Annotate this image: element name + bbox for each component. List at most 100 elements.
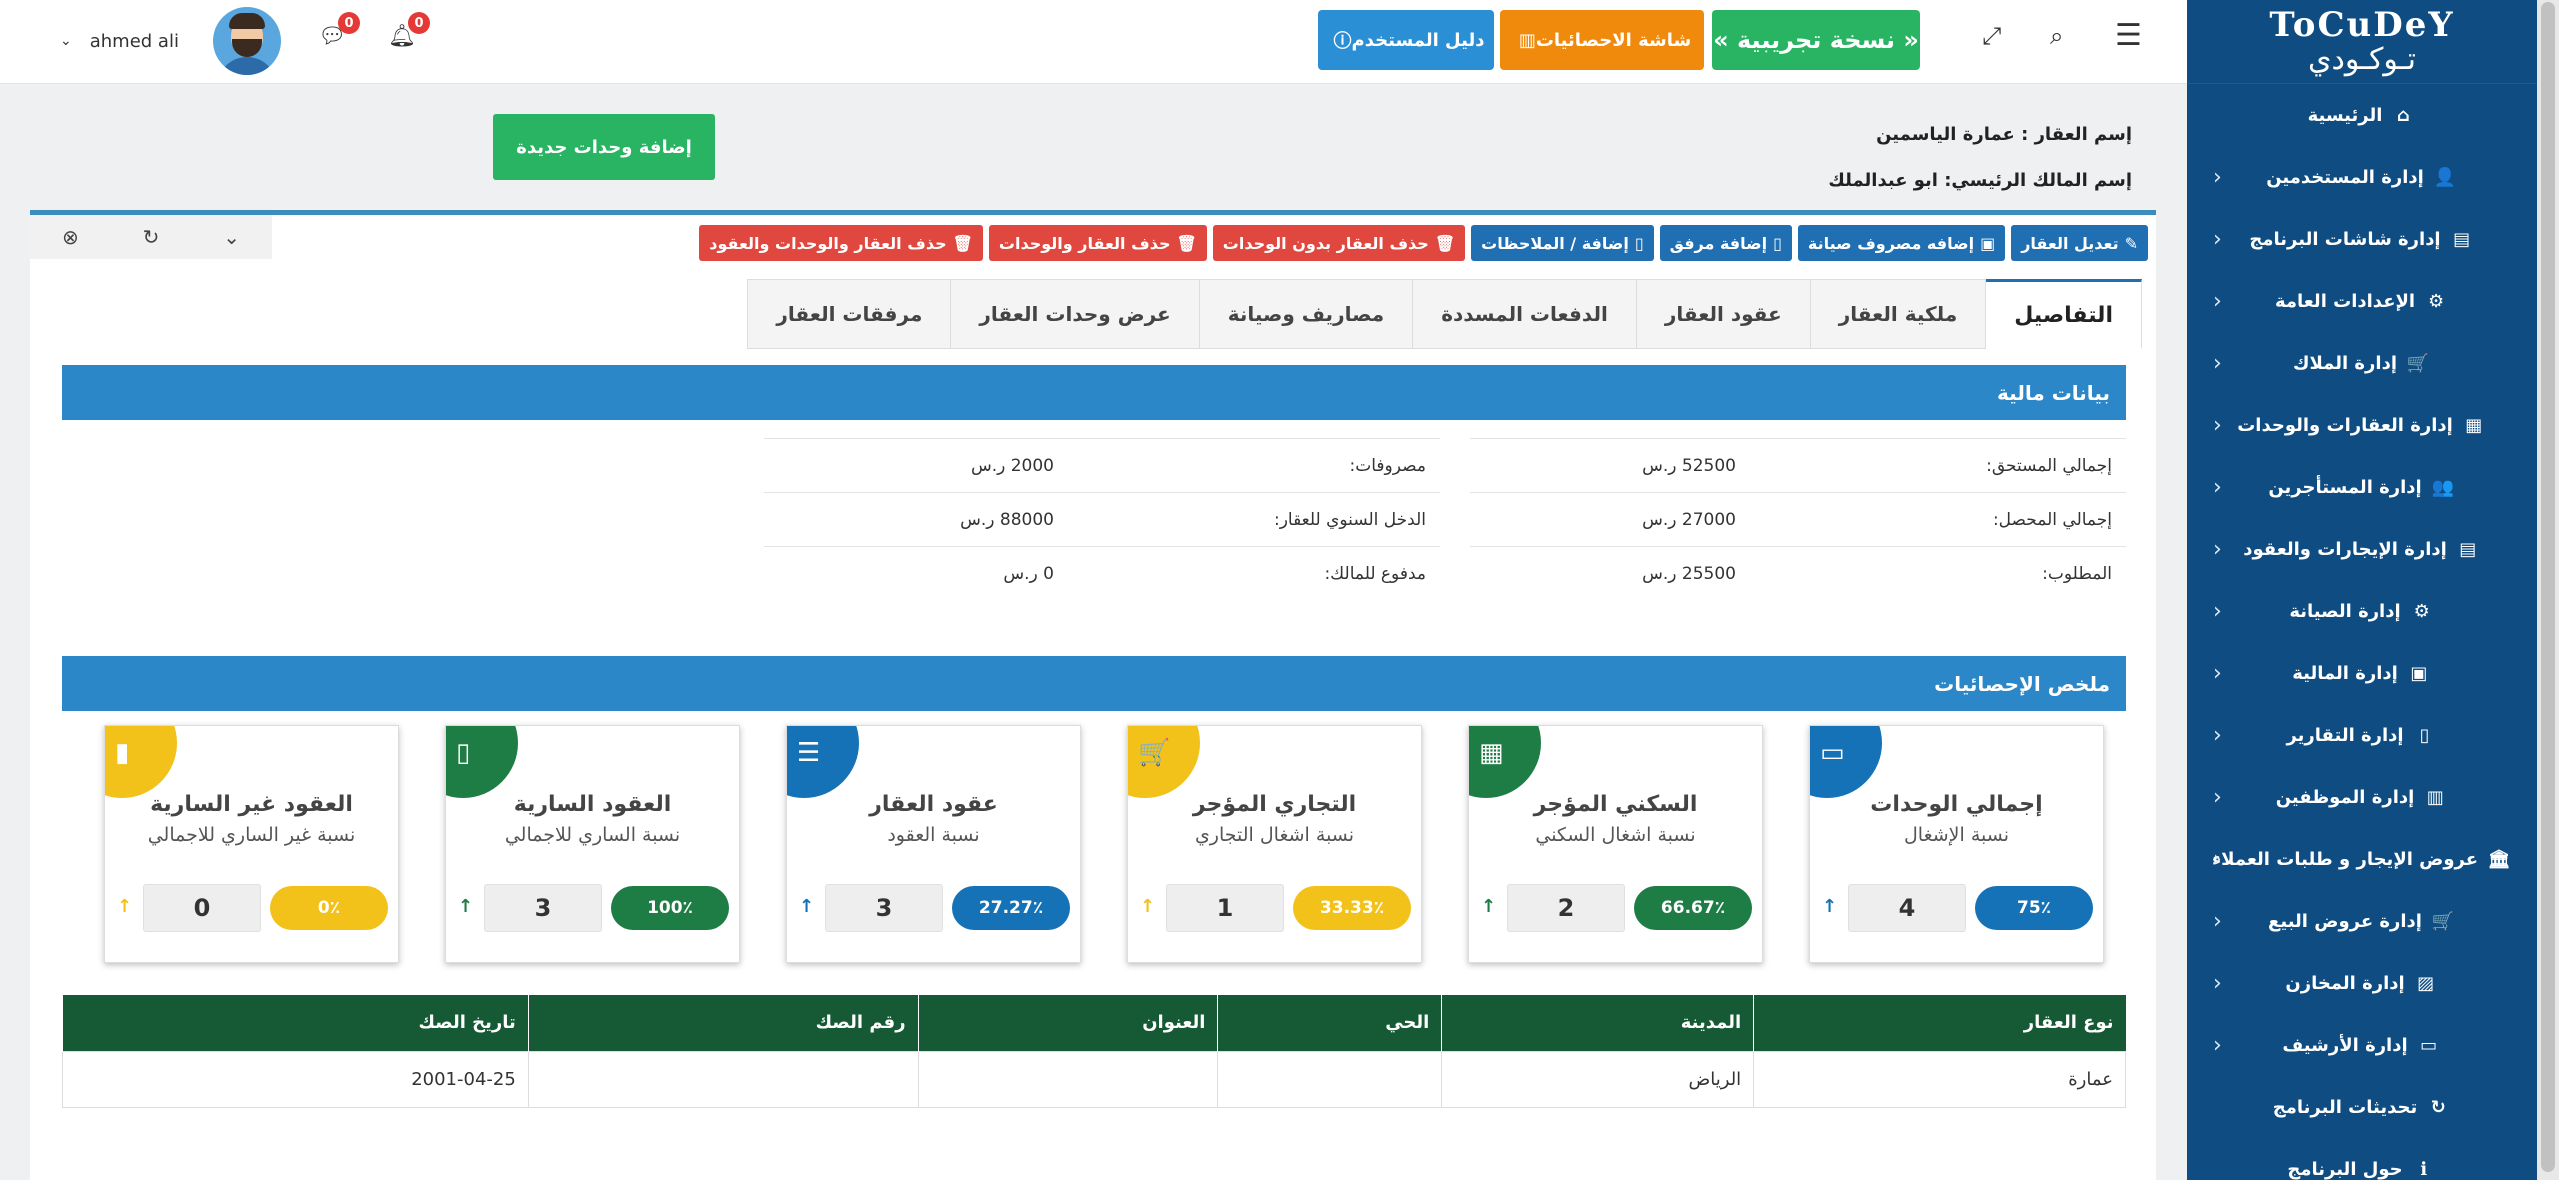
sidebar-item-label: إدارة الإيجارات والعقود [2243, 538, 2447, 560]
search-icon[interactable]: ⌕ [2050, 22, 2063, 50]
trash-icon: 🗑 [1434, 233, 1456, 253]
user-guide-button[interactable]: ⓘ دليل المستخدم [1318, 10, 1494, 70]
arrow-up-icon: ↑ [458, 896, 474, 917]
tab[interactable]: عرض وحدات العقار [951, 279, 1200, 349]
menu-toggle-icon[interactable]: ☰ [2115, 18, 2142, 53]
tab[interactable]: عقود العقار [1636, 279, 1811, 349]
sidebar-item[interactable]: 👤 إدارة المستخدمين ‹ [2187, 146, 2537, 208]
card-title: التجاري المؤجر [1192, 792, 1357, 817]
sidebar-item[interactable]: 🏛 عروض الإيجار و طلبات العملاء ‹ [2187, 828, 2537, 890]
close-icon[interactable]: ⊗ [62, 225, 79, 249]
messages-badge: 0 [338, 12, 360, 34]
trial-version-button[interactable]: « نسخة تجريبية » [1712, 10, 1920, 70]
action-button[interactable]: ▯ إضافة مرفق [1659, 225, 1792, 261]
sidebar-item[interactable]: 🛒 إدارة عروض البيع ‹ [2187, 890, 2537, 952]
action-button[interactable]: 🗑 حذف العقار بدون الوحدات [1212, 225, 1466, 261]
table-cell [1217, 1050, 1443, 1108]
action-icon: ▯ [1634, 233, 1644, 253]
add-units-button[interactable]: إضافة وحدات جديدة [493, 114, 715, 180]
sidebar-item-label: إدارة المخازن [2285, 972, 2405, 994]
sidebar-item[interactable]: ▨ إدارة المخازن ‹ [2187, 952, 2537, 1014]
sidebar-item-label: تحديثات البرنامج [2272, 1096, 2418, 1118]
tab[interactable]: مرفقات العقار [747, 279, 952, 349]
sidebar-scrollbar[interactable] [2537, 0, 2559, 1180]
sidebar-item[interactable]: ▥ إدارة الموظفين ‹ [2187, 766, 2537, 828]
sidebar-item[interactable]: ⌂ الرئيسية [2187, 84, 2537, 146]
property-panel: ✎ تعديل العقار ▣ إضافه مصروف صيانة ▯ إضافة مر… [30, 210, 2156, 1180]
card-title: العقود غير السارية [150, 792, 353, 817]
chevron-left-icon: ‹ [2213, 908, 2222, 934]
arrow-up-icon: ↑ [1481, 896, 1497, 917]
chevron-left-icon: ‹ [2213, 164, 2222, 190]
cart-icon: 🛒 [2406, 352, 2430, 374]
table-header: رقم الصك [527, 995, 919, 1051]
action-label: إضافه مصروف صيانة [1807, 233, 1975, 253]
home-icon: ⌂ [2396, 104, 2410, 126]
tab[interactable]: التفاصيل [1986, 279, 2142, 349]
financial-label: الدخل السنوي للعقار: [1273, 509, 1426, 530]
sidebar-item[interactable]: ↻ تحديثات البرنامج [2187, 1076, 2537, 1138]
fullscreen-icon[interactable]: ⤢ [1982, 22, 2001, 50]
briefcase-icon: ▥ [2426, 786, 2444, 808]
sidebar-item[interactable]: ▦ إدارة العقارات والوحدات ‹ [2187, 394, 2537, 456]
archive-icon: ▭ [2420, 1034, 2438, 1056]
financial-section-header: بيانات مالية [62, 365, 2126, 420]
scrollbar-thumb[interactable] [2541, 2, 2555, 1172]
table-cell: 2001-04-25 [62, 1050, 529, 1108]
tab[interactable]: الدفعات المسددة [1413, 279, 1637, 349]
tab[interactable]: مصاريف وصيانة [1199, 279, 1414, 349]
action-button[interactable]: ▯ إضافة / الملاحظات [1471, 225, 1654, 261]
action-button[interactable]: 🗑 حذف العقار والوحدات والعقود [699, 225, 983, 261]
financial-row: الدخل السنوي للعقار: 88000 ر.س [764, 492, 1440, 546]
chevron-left-icon: ‹ [2213, 474, 2222, 500]
property-info: إسم العقار : عمارة الياسمين إسم المالك ا… [1828, 112, 2132, 204]
refresh-icon[interactable]: ↻ [143, 225, 160, 249]
building-icon: ▦ [1479, 738, 1504, 768]
details-tab-content: بيانات مالية إجمالي المستحق: 52500 ر.س إجم… [62, 365, 2126, 1108]
sidebar-item[interactable]: ℹ حول البرنامج [2187, 1138, 2537, 1180]
financial-label: إجمالي المحصل: [1992, 509, 2112, 530]
sidebar-item[interactable]: ▣ إدارة المالية ‹ [2187, 642, 2537, 704]
action-button[interactable]: ▣ إضافه مصروف صيانة [1797, 225, 2006, 261]
action-icon: ✎ [2124, 233, 2138, 253]
sidebar-item[interactable]: 👥 إدارة المستأجرين ‹ [2187, 456, 2537, 518]
financial-row: المطلوب: 25500 ر.س [1470, 546, 2126, 600]
card-subtitle: نسبة اشغال التجاري [1194, 824, 1355, 846]
action-button[interactable]: ✎ تعديل العقار [2011, 225, 2148, 261]
users-icon: 👤 [2433, 166, 2456, 188]
tab[interactable]: ملكية العقار [1810, 279, 1987, 349]
action-button[interactable]: 🗑 حذف العقار والوحدات [988, 225, 1207, 261]
stat-card: 🛒 التجاري المؤجر نسبة اشغال التجاري 33.33٪ 1… [1127, 725, 1422, 963]
card-percent: 27.27٪ [952, 886, 1070, 930]
stat-card: ☰ عقود العقار نسبة العقود 27.27٪ 3 ↑ [786, 725, 1081, 963]
statistics-screen-button[interactable]: ▥ شاشة الاحصائيات [1500, 10, 1704, 70]
building-icon: ▦ [2465, 414, 2483, 436]
sidebar-item-label: إدارة عروض البيع [2268, 910, 2422, 932]
property-actions: ✎ تعديل العقار ▣ إضافه مصروف صيانة ▯ إضافة مر… [699, 225, 2148, 261]
sidebar-item-label: إدارة الملاك [2293, 352, 2397, 374]
card-count: 4 [1848, 884, 1966, 932]
financial-row: مدفوع للمالك: 0 ر.س [764, 546, 1440, 600]
chart-icon: ▥ [1518, 29, 1536, 51]
sidebar-item[interactable]: ▤ إدارة الإيجارات والعقود ‹ [2187, 518, 2537, 580]
sidebar-item[interactable]: ⚙ الإعدادات العامة ‹ [2187, 270, 2537, 332]
app-logo[interactable]: ToCuDeY تـوكـودي [2187, 0, 2537, 84]
chevron-down-icon[interactable]: ⌄ [223, 225, 240, 249]
sidebar-item[interactable]: ⚙ إدارة الصيانة ‹ [2187, 580, 2537, 642]
stats-cards: ▭ إجمالي الوحدات نسبة الإشغال 75٪ 4 ↑ ▦ السكني … [62, 725, 2126, 987]
financial-value: 27000 ر.س [1642, 509, 1736, 530]
financial-row: إجمالي المحصل: 27000 ر.س [1470, 492, 2126, 546]
sidebar-item[interactable]: 🛒 إدارة الملاك ‹ [2187, 332, 2537, 394]
card-percent: 0٪ [270, 886, 388, 930]
sidebar-item[interactable]: ▤ إدارة شاشات البرنامج ‹ [2187, 208, 2537, 270]
user-menu[interactable]: ⌄ ahmed ali [60, 6, 281, 76]
sidebar-item-label: إدارة المالية [2292, 662, 2398, 684]
sidebar-item[interactable]: ▭ إدارة الأرشيف ‹ [2187, 1014, 2537, 1076]
file-icon: ▯ [456, 738, 471, 768]
sidebar-item-label: الإعدادات العامة [2274, 290, 2416, 312]
card-percent: 75٪ [1975, 886, 2093, 930]
card-percent: 100٪ [611, 886, 729, 930]
chevron-left-icon: ‹ [2213, 598, 2222, 624]
sidebar-item[interactable]: ▯ إدارة التقارير ‹ [2187, 704, 2537, 766]
topbar: ☰ « نسخة تجريبية » ▥ شاشة الاحصائيات ⓘ دلي… [0, 0, 2187, 84]
